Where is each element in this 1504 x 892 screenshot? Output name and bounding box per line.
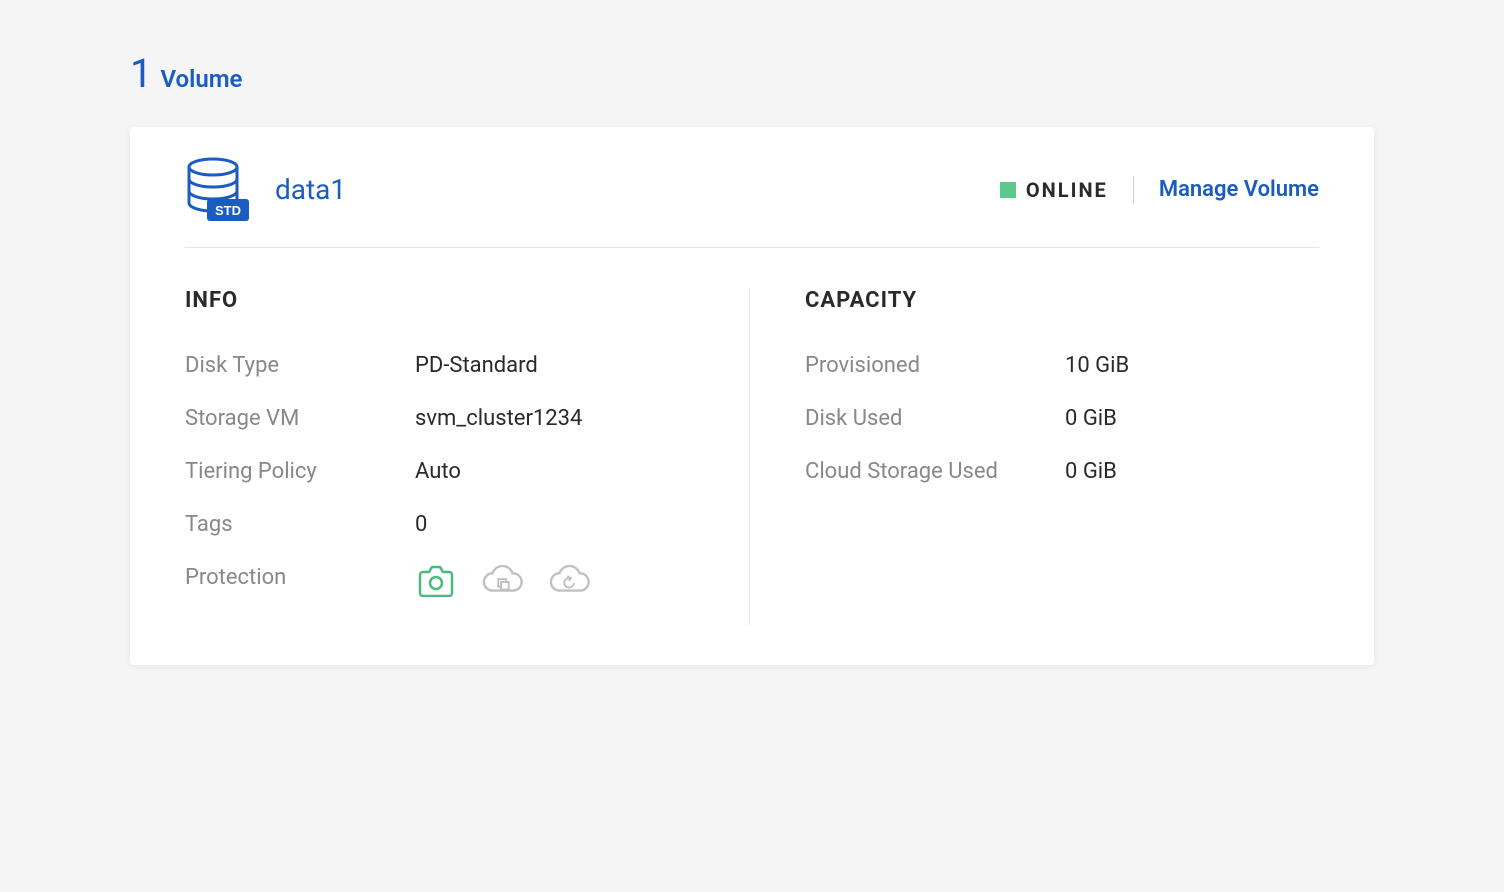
snapshot-icon[interactable] xyxy=(415,565,457,597)
info-section: INFO Disk Type PD-Standard Storage VM sv… xyxy=(185,288,750,625)
capacity-row-provisioned: Provisioned 10 GiB xyxy=(805,353,1319,378)
info-row-protection: Protection xyxy=(185,565,699,597)
cloud-used-label: Cloud Storage Used xyxy=(805,459,1065,484)
capacity-row-disk-used: Disk Used 0 GiB xyxy=(805,406,1319,431)
status-text: ONLINE xyxy=(1026,178,1108,202)
divider xyxy=(1133,176,1134,204)
protection-label: Protection xyxy=(185,565,415,590)
capacity-section: CAPACITY Provisioned 10 GiB Disk Used 0 … xyxy=(750,288,1319,625)
card-header-right: ONLINE Manage Volume xyxy=(1000,176,1319,204)
volume-count-number: 1 xyxy=(130,50,152,97)
cloud-restore-icon[interactable] xyxy=(549,565,591,597)
info-row-tags: Tags 0 xyxy=(185,512,699,537)
tiering-value: Auto xyxy=(415,459,461,484)
storage-vm-label: Storage VM xyxy=(185,406,415,431)
volume-count-header: 1 Volume xyxy=(130,50,1374,97)
cloud-copy-icon[interactable] xyxy=(482,565,524,597)
card-header: STD data1 ONLINE Manage Volume xyxy=(185,157,1319,248)
provisioned-value: 10 GiB xyxy=(1065,353,1129,378)
volume-std-icon: STD xyxy=(185,157,250,222)
capacity-row-cloud-used: Cloud Storage Used 0 GiB xyxy=(805,459,1319,484)
info-title: INFO xyxy=(185,288,699,313)
info-row-storage-vm: Storage VM svm_cluster1234 xyxy=(185,406,699,431)
capacity-title: CAPACITY xyxy=(805,288,1319,313)
tags-value: 0 xyxy=(415,512,427,537)
disk-type-value: PD-Standard xyxy=(415,353,538,378)
card-header-left: STD data1 xyxy=(185,157,346,222)
protection-icons xyxy=(415,565,591,597)
cloud-used-value: 0 GiB xyxy=(1065,459,1117,484)
disk-used-label: Disk Used xyxy=(805,406,1065,431)
status-badge: ONLINE xyxy=(1000,178,1108,202)
storage-vm-value: svm_cluster1234 xyxy=(415,406,582,431)
volume-card: STD data1 ONLINE Manage Volume INFO Disk… xyxy=(130,127,1374,665)
tiering-label: Tiering Policy xyxy=(185,459,415,484)
info-row-tiering: Tiering Policy Auto xyxy=(185,459,699,484)
status-indicator-icon xyxy=(1000,182,1016,198)
disk-type-label: Disk Type xyxy=(185,353,415,378)
provisioned-label: Provisioned xyxy=(805,353,1065,378)
volume-name: data1 xyxy=(275,173,346,206)
volume-count-label: Volume xyxy=(160,65,242,93)
svg-text:STD: STD xyxy=(215,203,241,218)
manage-volume-button[interactable]: Manage Volume xyxy=(1159,177,1319,202)
card-body: INFO Disk Type PD-Standard Storage VM sv… xyxy=(185,288,1319,625)
disk-used-value: 0 GiB xyxy=(1065,406,1117,431)
info-row-disk-type: Disk Type PD-Standard xyxy=(185,353,699,378)
tags-label: Tags xyxy=(185,512,415,537)
